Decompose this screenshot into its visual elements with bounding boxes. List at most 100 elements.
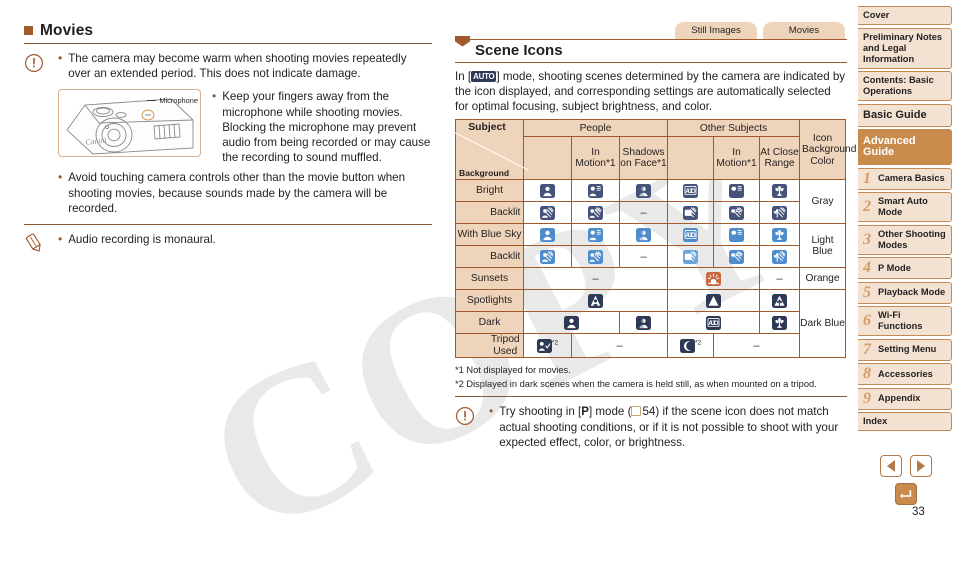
previous-page-button[interactable] [880, 455, 902, 477]
table-header-row-1: Subject Background People Other Subjects… [455, 119, 856, 181]
footnote-marker: *2 [551, 339, 559, 347]
sidebar-item-playback-mode[interactable]: 5 Playback Mode [858, 281, 952, 304]
sidebar-item-contents-basic-operations[interactable]: Contents: Basic Operations [858, 71, 952, 101]
cell-person-motion-backlit-icon [571, 245, 620, 269]
cell-macro-backlit-icon [759, 201, 801, 225]
row-label-tripod-used: Tripod Used [487, 333, 524, 359]
table-row: Backlit – [455, 201, 846, 225]
intro-pre: In [ [455, 69, 472, 83]
cell-auto-backlit-icon [667, 245, 715, 269]
list-item: • Keep your fingers away from the microp… [212, 89, 432, 165]
cell-person-backlit-icon [523, 201, 572, 225]
cell-person-backlit-icon [523, 245, 572, 269]
row-label-spotlights: Spotlights [455, 289, 524, 313]
person-backlit-icon [540, 249, 555, 264]
caution-page-ref[interactable]: 54 [642, 405, 655, 418]
chapter-number: 3 [863, 230, 871, 248]
movies-heading-row: Movies [24, 22, 432, 40]
chapter-number: 2 [863, 198, 871, 215]
cell-subject-motion-icon [713, 179, 761, 203]
sidebar-item-accessories[interactable]: 8 Accessories [858, 363, 952, 385]
table-row: Bright AUTO Gray [455, 179, 847, 225]
sidebar-item-label: Wi-Fi Functions [878, 310, 923, 331]
person-motion-backlit-icon [588, 205, 603, 220]
cell-macro-backlit-icon [759, 245, 801, 269]
subheader-people-in-motion: In Motion*1 [571, 136, 620, 181]
bullet-dot-icon: • [489, 403, 494, 418]
caution-icon [455, 404, 481, 451]
cell-icon-background-color: Gray [799, 179, 847, 225]
subheader-other-in-motion: In Motion*1 [713, 136, 761, 181]
tab-still-images: Still Images [675, 22, 757, 39]
sidebar-item-index[interactable]: Index [858, 412, 952, 431]
cell-person-motion-backlit-icon [571, 201, 620, 225]
table-row: Spotlights Dark Blue [455, 289, 847, 359]
sidebar-item-other-shooting-modes[interactable]: 3 Other Shooting Modes [858, 224, 952, 255]
next-page-button[interactable] [910, 455, 932, 477]
table-row: Dark AUTO [455, 311, 846, 335]
sidebar-item-smart-auto-mode[interactable]: 2 Smart Auto Mode [858, 192, 952, 222]
footnote-marker: *2 [694, 339, 702, 347]
sidebar-item-setting-menu[interactable]: 7 Setting Menu [858, 338, 952, 361]
sidebar-item-advanced-guide[interactable]: Advanced Guide [858, 129, 952, 165]
cell-not-available: – [618, 245, 669, 269]
sidebar-item-label: Cover [863, 10, 890, 20]
bullet-dot-icon: • [58, 232, 63, 247]
page-navigation[interactable] [880, 455, 932, 505]
spotlight-person-icon [588, 293, 603, 308]
footnote-2: *2 Displayed in dark scenes when the cam… [455, 378, 817, 389]
subheader-people-shadows-on-face: Shadows on Face*1 [618, 136, 669, 181]
cell-person-motion-icon [571, 179, 620, 203]
sidebar-item-label: Other Shooting Modes [878, 228, 946, 250]
table-row: Backlit – [455, 245, 846, 269]
sidebar-item-label: Basic Guide [863, 108, 927, 121]
macro-flower-icon [772, 183, 788, 198]
cell-person-icon [523, 311, 620, 335]
sidebar-item-camera-basics[interactable]: 1 Camera Basics [858, 167, 952, 190]
page-title: Movies [40, 22, 94, 39]
subheader-other-at-close-range: At Close Range [759, 136, 801, 181]
caution-pre: Try shooting in [ [499, 404, 582, 418]
sidebar-item-appendix[interactable]: 9 Appendix [858, 387, 952, 410]
chevron-left-icon [887, 460, 895, 472]
person-tripod-icon [536, 338, 552, 353]
subject-motion-backlit-icon [729, 249, 745, 264]
bullet-dot-icon: • [58, 170, 63, 185]
person-motion-icon [588, 227, 603, 242]
chapter-number: 5 [863, 283, 871, 301]
cell-macro-flower-icon [759, 223, 801, 247]
cell-subject-motion-backlit-icon [713, 201, 761, 225]
bullet-dot-icon: • [58, 51, 63, 65]
night-moon-icon [679, 338, 695, 353]
heading-marker-icon [24, 26, 33, 35]
sidebar-item-label: Appendix [878, 393, 921, 403]
subheader-other-blank [667, 136, 715, 181]
sidebar-item-p-mode[interactable]: 4 P Mode [858, 257, 952, 279]
row-label-dark: Dark [455, 311, 524, 335]
cell-icon-background-color: Light Blue [799, 223, 847, 269]
chapter-number: 7 [863, 340, 871, 358]
macro-flower-icon [772, 315, 788, 330]
sidebar-item-cover[interactable]: Cover [858, 6, 952, 25]
caution-divider [24, 224, 432, 226]
sidebar-item-basic-guide[interactable]: Basic Guide [858, 103, 952, 127]
subject-motion-icon [729, 183, 745, 198]
list-item: • Try shooting in [P] mode (54) if the s… [489, 404, 847, 451]
heading-divider [24, 43, 432, 44]
back-button[interactable] [895, 483, 917, 505]
chapter-sidebar[interactable]: Cover Preliminary Notes and Legal Informa… [858, 6, 952, 434]
cell-sunset-icon [667, 267, 761, 291]
cell-not-available: – [713, 333, 801, 359]
chapter-number: 4 [863, 259, 871, 276]
sidebar-item-wi-fi-functions[interactable]: 6 Wi-Fi Functions [858, 306, 952, 336]
sidebar-item-preliminary-notes-and-legal-information[interactable]: Preliminary Notes and Legal Information [858, 27, 952, 69]
sidebar-item-label: Preliminary Notes and Legal Information [863, 31, 943, 64]
caution-text-1: The camera may become warm when shooting… [68, 52, 407, 81]
bottom-caution-text: Try shooting in [P] mode (54) if the sce… [499, 404, 847, 451]
corner-subject-label: Subject [468, 122, 506, 134]
column-header-icon-bg-color: Icon Background Color [799, 119, 856, 181]
caution-text-2: Keep your fingers away from the micropho… [222, 90, 431, 165]
macro-backlit-icon [772, 205, 788, 220]
row-label-backlit: Backlit [487, 245, 524, 269]
microphone-label: Microphone [159, 96, 198, 106]
